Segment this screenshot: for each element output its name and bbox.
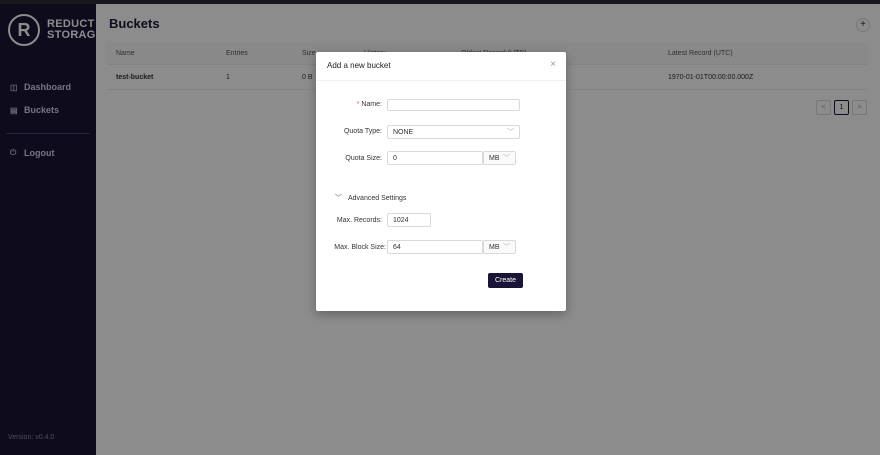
name-label: * Name: — [356, 101, 382, 108]
max-records-label: Max. Records: — [336, 217, 382, 224]
max-block-size-unit-select[interactable]: MB ﹀ — [483, 240, 516, 254]
advanced-settings-label: Advanced Settings — [348, 194, 407, 202]
add-bucket-modal: Add a new bucket × * Name: Quota Type: NO… — [316, 52, 566, 311]
max-block-size-label: Max. Block Size: — [334, 244, 386, 251]
create-button[interactable]: Create — [488, 273, 523, 288]
name-input[interactable] — [387, 99, 520, 111]
close-icon[interactable]: × — [550, 59, 556, 70]
chevron-down-icon: ﹀ — [335, 195, 342, 202]
modal-header: Add a new bucket × — [316, 52, 566, 81]
quota-size-label: Quota Size: — [345, 155, 382, 162]
chevron-down-icon: ﹀ — [507, 129, 514, 136]
name-label-text: Name — [361, 101, 381, 108]
max-block-size-input[interactable]: 64 — [387, 240, 483, 254]
max-block-size-unit: MB — [489, 243, 500, 251]
chevron-down-icon: ﹀ — [503, 155, 510, 162]
quota-size-unit-select[interactable]: MB ﹀ — [483, 151, 516, 165]
quota-size-label-text: Quota Size — [345, 155, 381, 162]
quota-type-label-text: Quota Type — [343, 128, 381, 135]
quota-type-value: NONE — [393, 128, 414, 136]
chevron-down-icon: ﹀ — [503, 244, 510, 251]
max-block-size-label-text: Max. Block Size — [334, 244, 385, 251]
max-records-input[interactable]: 1024 — [387, 213, 431, 227]
required-marker: * — [356, 101, 360, 108]
quota-size-input[interactable]: 0 — [387, 151, 483, 165]
quota-type-select[interactable]: NONE ﹀ — [387, 125, 520, 139]
quota-size-unit: MB — [489, 154, 500, 162]
advanced-settings-toggle[interactable]: ﹀ Advanced Settings — [335, 193, 406, 203]
quota-type-label: Quota Type: — [343, 128, 382, 135]
modal-title: Add a new bucket — [327, 61, 391, 70]
max-records-label-text: Max. Records — [336, 217, 381, 224]
